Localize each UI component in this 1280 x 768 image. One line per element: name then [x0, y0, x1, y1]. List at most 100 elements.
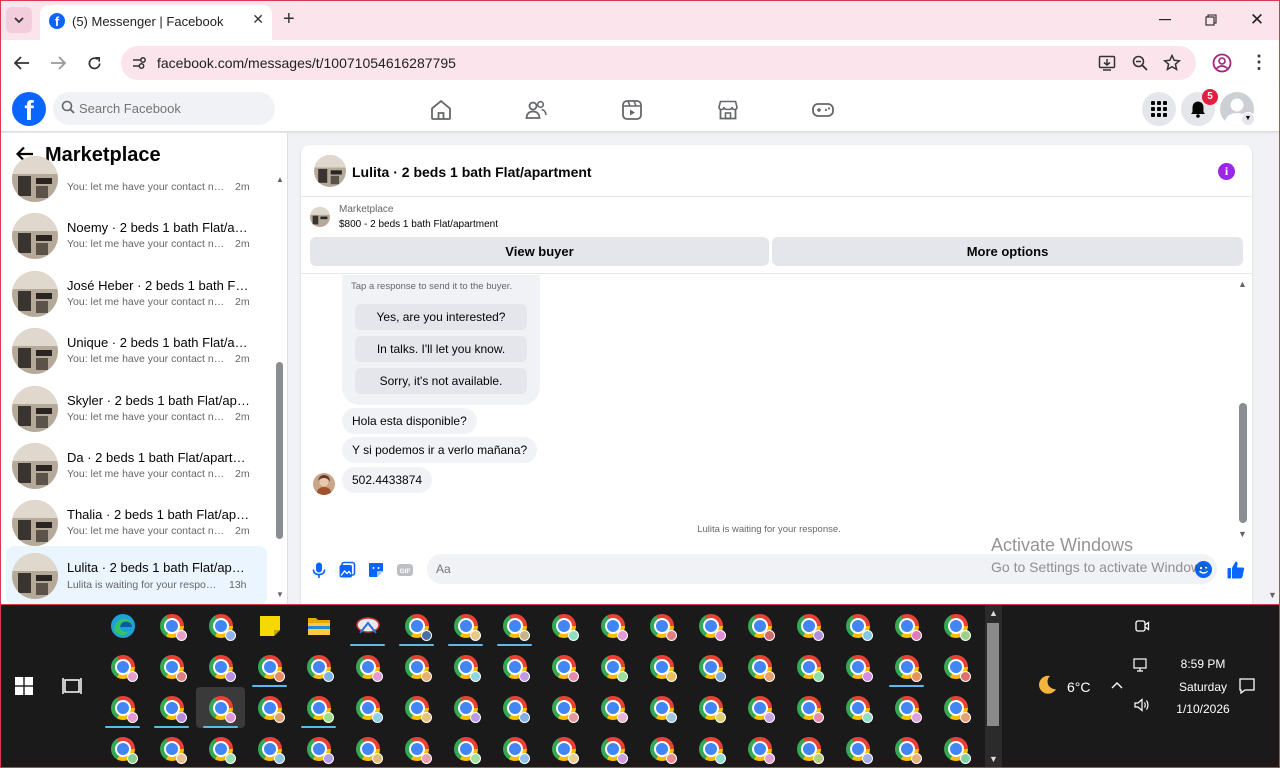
chrome-taskbar-icon[interactable] — [735, 687, 784, 728]
chrome-taskbar-icon[interactable] — [392, 605, 441, 646]
tab-search-button[interactable] — [6, 7, 32, 33]
quick-reply-button[interactable]: Yes, are you interested? — [355, 304, 527, 330]
network-icon[interactable] — [1133, 657, 1149, 673]
listing-description[interactable]: $800 - 2 beds 1 bath Flat/apartment — [339, 219, 498, 230]
friends-icon[interactable] — [524, 98, 548, 122]
browser-menu-icon[interactable]: ⋮ — [1250, 52, 1268, 73]
chrome-taskbar-icon[interactable] — [294, 646, 343, 687]
install-app-icon[interactable] — [1098, 54, 1116, 72]
chrome-taskbar-icon[interactable] — [441, 646, 490, 687]
volume-icon[interactable] — [1133, 697, 1151, 713]
chrome-taskbar-icon[interactable] — [931, 728, 980, 768]
chrome-taskbar-icon[interactable] — [735, 728, 784, 768]
chrome-taskbar-icon[interactable] — [931, 646, 980, 687]
chrome-taskbar-icon[interactable] — [245, 728, 294, 768]
chrome-taskbar-icon[interactable] — [931, 605, 980, 646]
chrome-taskbar-icon-active[interactable] — [196, 687, 245, 728]
browser-tab-active[interactable]: f (5) Messenger | Facebook ✕ — [40, 5, 272, 40]
message-bubble[interactable]: 502.4433874 — [342, 467, 433, 493]
chrome-taskbar-icon[interactable] — [294, 687, 343, 728]
chrome-taskbar-icon[interactable] — [147, 687, 196, 728]
chrome-taskbar-icon[interactable] — [539, 687, 588, 728]
chrome-taskbar-icon[interactable] — [588, 646, 637, 687]
conversation-item[interactable]: Noemy · 2 beds 1 bath Flat/apartment You… — [6, 208, 267, 264]
chrome-taskbar-icon[interactable] — [392, 687, 441, 728]
chrome-taskbar-icon[interactable] — [686, 605, 735, 646]
chrome-taskbar-icon[interactable] — [833, 605, 882, 646]
chrome-taskbar-icon[interactable] — [637, 646, 686, 687]
chrome-taskbar-icon[interactable] — [686, 687, 735, 728]
message-bubble[interactable]: Y si podemos ir a verlo mañana? — [342, 437, 538, 463]
taskbar-scroll-thumb[interactable] — [987, 623, 999, 726]
conversation-item[interactable]: José Heber · 2 beds 1 bath Flat/apartmen… — [6, 266, 267, 322]
chrome-taskbar-icon[interactable] — [441, 687, 490, 728]
bookmark-star-icon[interactable] — [1163, 54, 1181, 72]
microphone-icon[interactable] — [310, 561, 328, 579]
chrome-taskbar-icon[interactable] — [588, 605, 637, 646]
chrome-taskbar-icon[interactable] — [784, 646, 833, 687]
chrome-taskbar-icon[interactable] — [147, 728, 196, 768]
sticky-notes-taskbar-icon[interactable] — [245, 605, 294, 646]
sidebar-scrollbar[interactable] — [276, 362, 283, 539]
chrome-taskbar-icon[interactable] — [245, 687, 294, 728]
listing-thumbnail[interactable] — [314, 155, 346, 187]
chrome-taskbar-icon[interactable] — [882, 728, 931, 768]
more-options-button[interactable]: More options — [772, 237, 1243, 266]
clock-date[interactable]: 1/10/2026 — [1157, 702, 1249, 716]
chrome-taskbar-icon[interactable] — [441, 605, 490, 646]
video-icon[interactable] — [620, 98, 644, 122]
chrome-taskbar-icon[interactable] — [686, 728, 735, 768]
scroll-down-icon[interactable]: ▼ — [276, 590, 284, 599]
conversation-item-active[interactable]: Lulita · 2 beds 1 bath Flat/apartment Lu… — [6, 546, 267, 605]
browser-profile-icon[interactable] — [1212, 53, 1232, 73]
chrome-taskbar-icon[interactable] — [539, 728, 588, 768]
back-button[interactable] — [11, 52, 33, 74]
chrome-taskbar-icon[interactable] — [490, 728, 539, 768]
message-input[interactable] — [427, 554, 1217, 584]
emoji-icon[interactable] — [1195, 561, 1212, 578]
chrome-taskbar-icon[interactable] — [147, 605, 196, 646]
chrome-taskbar-icon[interactable] — [98, 728, 147, 768]
chrome-taskbar-icon[interactable] — [882, 646, 931, 687]
meet-now-icon[interactable] — [1134, 618, 1150, 634]
chrome-taskbar-icon[interactable] — [784, 728, 833, 768]
chrome-taskbar-icon[interactable] — [147, 646, 196, 687]
chrome-taskbar-icon[interactable] — [392, 646, 441, 687]
url-text[interactable]: facebook.com/messages/t/1007105461628779… — [157, 55, 456, 71]
chrome-taskbar-icon[interactable] — [686, 646, 735, 687]
view-buyer-button[interactable]: View buyer — [310, 237, 769, 266]
chrome-taskbar-icon[interactable] — [294, 728, 343, 768]
chrome-taskbar-icon[interactable] — [931, 687, 980, 728]
scroll-up-icon[interactable]: ▲ — [276, 175, 284, 184]
photo-icon[interactable] — [338, 561, 356, 579]
weather-temperature[interactable]: 6°C — [1067, 679, 1091, 695]
close-window-button[interactable]: ✕ — [1247, 10, 1267, 30]
chrome-taskbar-icon[interactable] — [833, 687, 882, 728]
clock-time[interactable]: 8:59 PM — [1157, 657, 1249, 671]
chrome-taskbar-icon[interactable] — [539, 605, 588, 646]
sender-avatar[interactable] — [313, 473, 335, 495]
home-icon[interactable] — [429, 98, 453, 122]
quick-reply-button[interactable]: In talks. I'll let you know. — [355, 336, 527, 362]
chrome-taskbar-icon[interactable] — [441, 728, 490, 768]
page-scroll-down-icon[interactable]: ▼ — [1268, 590, 1277, 600]
conversation-item[interactable]: Skyler · 2 beds 1 bath Flat/apartment Yo… — [6, 381, 267, 437]
reload-button[interactable] — [83, 52, 105, 74]
chrome-taskbar-icon[interactable] — [98, 687, 147, 728]
zoom-icon[interactable] — [1131, 54, 1149, 72]
chrome-taskbar-icon[interactable] — [490, 687, 539, 728]
chrome-taskbar-icon[interactable] — [343, 687, 392, 728]
file-explorer-taskbar-icon[interactable] — [294, 605, 343, 646]
chrome-taskbar-icon[interactable] — [392, 728, 441, 768]
taskbar-scrollbar[interactable]: ▲ ▼ — [985, 605, 1002, 768]
chrome-taskbar-icon[interactable] — [882, 687, 931, 728]
scroll-up-icon[interactable]: ▲ — [989, 608, 998, 618]
show-hidden-icons-chevron-icon[interactable] — [1111, 676, 1123, 692]
scroll-down-icon[interactable]: ▼ — [989, 754, 998, 764]
chrome-taskbar-icon[interactable] — [833, 646, 882, 687]
scroll-down-icon[interactable]: ▼ — [1238, 529, 1247, 539]
new-tab-button[interactable]: + — [283, 8, 295, 30]
address-bar[interactable]: facebook.com/messages/t/1007105461628779… — [121, 46, 1196, 80]
search-input[interactable] — [79, 92, 269, 125]
chrome-taskbar-icon[interactable] — [784, 687, 833, 728]
